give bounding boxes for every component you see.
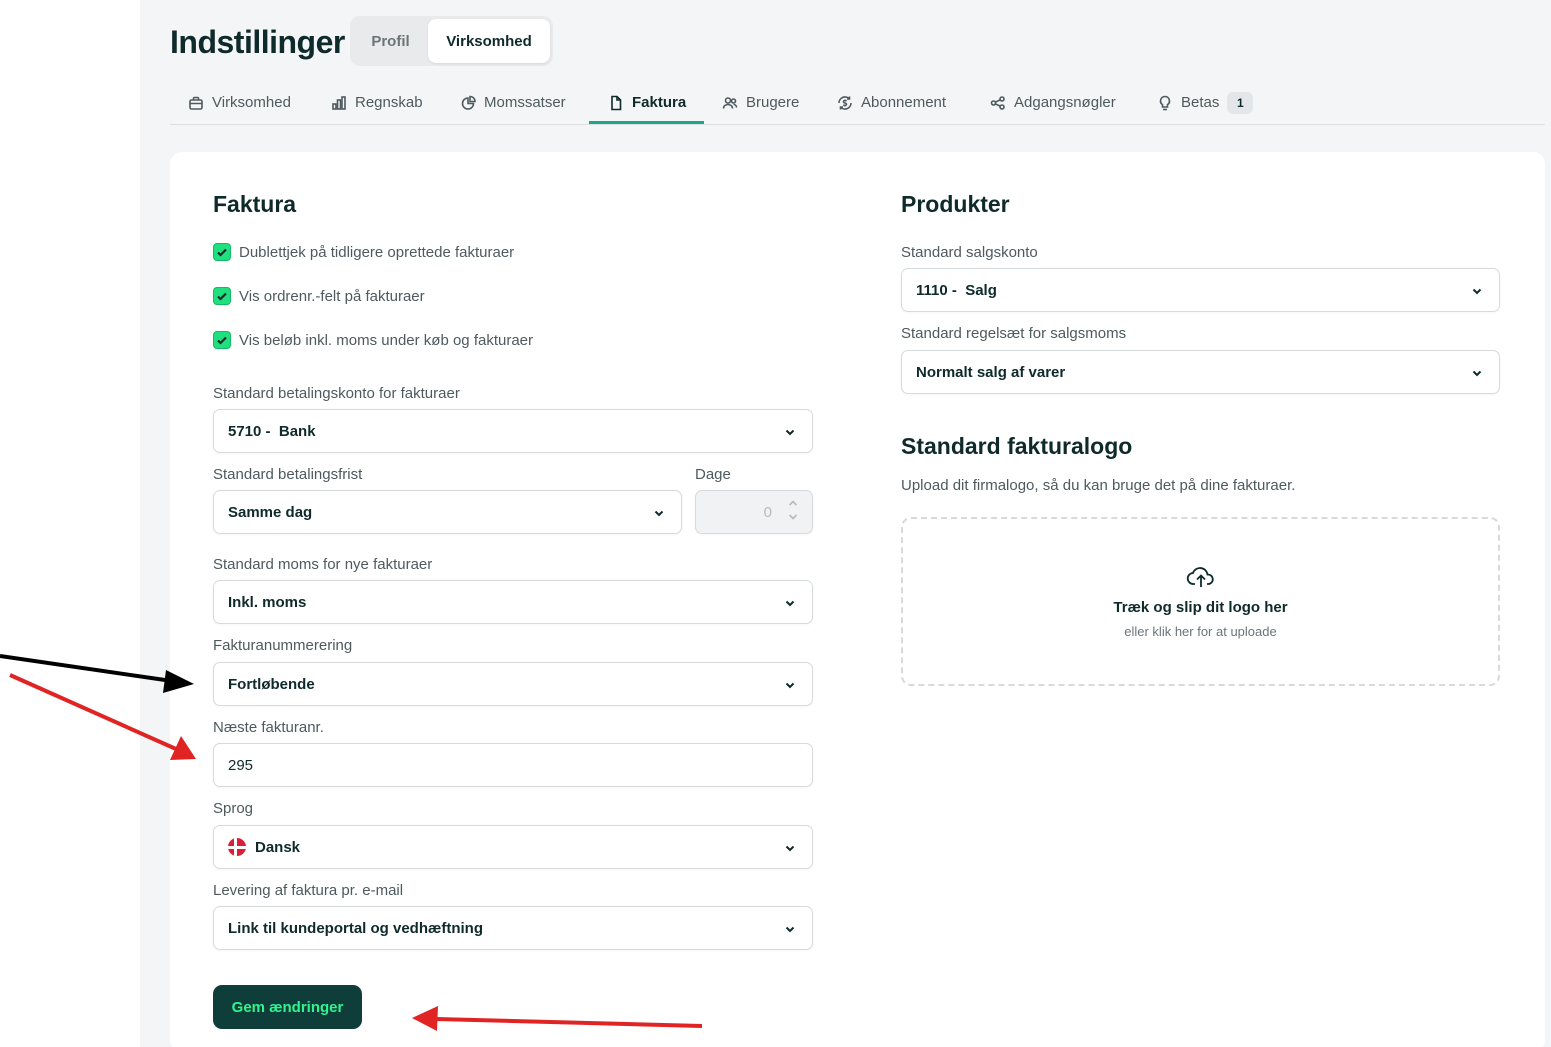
checkbox[interactable] xyxy=(213,331,231,349)
sales-account-select[interactable]: 1110 - Salg xyxy=(901,268,1500,312)
tab-label: Abonnement xyxy=(861,94,947,111)
sales-vat-rules-label: Standard regelsæt for salgsmoms xyxy=(901,325,1127,342)
chevron-down-icon xyxy=(788,514,798,520)
tab-faktura[interactable]: Faktura xyxy=(608,80,686,125)
tab-label: Adgangsnøgler xyxy=(1014,94,1116,111)
dropzone-subtitle: eller klik her for at uploade xyxy=(1124,623,1277,639)
select-value: Samme dag xyxy=(228,503,313,521)
chevron-down-icon xyxy=(784,596,796,608)
chevron-down-icon xyxy=(784,678,796,690)
tab-momssatser[interactable]: Momssatser xyxy=(460,80,566,125)
select-value: Dansk xyxy=(255,838,301,856)
tab-betas[interactable]: Betas 1 xyxy=(1157,80,1254,125)
briefcase-icon xyxy=(189,96,203,110)
days-label: Dage xyxy=(695,466,731,483)
delivery-label: Levering af faktura pr. e-mail xyxy=(213,882,404,899)
chevron-down-icon xyxy=(784,922,796,934)
days-value: 0 xyxy=(763,503,772,521)
numbering-label: Fakturanummerering xyxy=(213,637,353,654)
tab-label: Momssatser xyxy=(484,94,566,111)
chevron-up-icon xyxy=(788,500,798,506)
chevron-down-icon xyxy=(1471,366,1483,378)
tab-label: Betas xyxy=(1181,94,1220,111)
next-number-input[interactable]: 295 xyxy=(213,743,813,787)
payment-account-select[interactable]: 5710 - Bank xyxy=(213,409,813,453)
settings-tabs: Virksomhed Regnskab Momssatser Faktura B… xyxy=(170,80,1545,125)
vat-select[interactable]: Inkl. moms xyxy=(213,580,813,624)
checkbox-amount-incl-vat[interactable]: Vis beløb inkl. moms under køb og faktur… xyxy=(213,331,533,349)
settings-segment-control: Profil Virksomhed xyxy=(350,16,553,66)
payment-term-label: Standard betalingsfrist xyxy=(213,466,363,483)
input-value: 295 xyxy=(228,756,254,774)
select-value: Link til kundeportal og vedhæftning xyxy=(228,919,483,937)
delivery-select[interactable]: Link til kundeportal og vedhæftning xyxy=(213,906,813,950)
language-select[interactable]: Dansk xyxy=(213,825,813,869)
next-number-label: Næste fakturanr. xyxy=(213,719,324,736)
checkbox[interactable] xyxy=(213,287,231,305)
chevron-down-icon xyxy=(1471,284,1483,296)
logo-description: Upload dit firmalogo, så du kan bruge de… xyxy=(901,477,1296,494)
tab-label: Virksomhed xyxy=(212,94,291,111)
checkmark-icon xyxy=(217,292,227,301)
pie-chart-icon xyxy=(461,95,476,110)
select-value: 1110 - Salg xyxy=(916,281,997,299)
lightbulb-icon xyxy=(1159,95,1171,110)
sales-vat-rules-select[interactable]: Normalt salg af varer xyxy=(901,350,1500,394)
segment-virksomhed[interactable]: Virksomhed xyxy=(428,19,550,63)
chevron-down-icon xyxy=(784,841,796,853)
checkmark-icon xyxy=(217,248,227,257)
numbering-select[interactable]: Fortløbende xyxy=(213,662,813,706)
document-icon xyxy=(611,95,622,110)
checkbox-label: Vis beløb inkl. moms under køb og faktur… xyxy=(239,331,534,349)
checkbox[interactable] xyxy=(213,243,231,261)
tab-adgangsnoegler[interactable]: Adgangsnøgler xyxy=(990,80,1116,125)
tab-virksomhed[interactable]: Virksomhed xyxy=(188,80,291,125)
payment-term-select[interactable]: Samme dag xyxy=(213,490,682,534)
denmark-flag-icon xyxy=(228,838,246,856)
cloud-upload-icon xyxy=(1186,566,1214,587)
logo-heading: Standard fakturalogo xyxy=(901,433,1133,459)
sales-account-label: Standard salgskonto xyxy=(901,244,1038,261)
number-stepper[interactable] xyxy=(788,499,798,521)
tab-label: Faktura xyxy=(632,94,687,111)
language-label: Sprog xyxy=(213,800,254,817)
vat-label: Standard moms for nye fakturaer xyxy=(213,556,433,573)
users-icon xyxy=(722,96,738,109)
bar-chart-icon xyxy=(332,95,346,110)
payment-account-label: Standard betalingskonto for fakturaer xyxy=(213,385,460,402)
chevron-down-icon xyxy=(784,425,796,437)
checkbox-label: Dublettjek på tidligere oprettede faktur… xyxy=(239,243,515,261)
save-changes-button[interactable]: Gem ændringer xyxy=(213,985,362,1029)
active-tab-indicator xyxy=(589,121,704,124)
checkbox-duplicate-check[interactable]: Dublettjek på tidligere oprettede faktur… xyxy=(213,243,514,261)
checkbox-order-number[interactable]: Vis ordrenr.-felt på fakturaer xyxy=(213,287,425,305)
checkbox-label: Vis ordrenr.-felt på fakturaer xyxy=(239,287,425,305)
select-value: Fortløbende xyxy=(228,675,315,693)
tab-regnskab[interactable]: Regnskab xyxy=(331,80,423,125)
betas-count-badge: 1 xyxy=(1227,91,1254,114)
dollar-cycle-icon xyxy=(838,95,852,110)
share-nodes-icon xyxy=(990,95,1005,110)
days-input[interactable]: 0 xyxy=(695,490,813,534)
dropzone-title: Træk og slip dit logo her xyxy=(1113,598,1288,616)
chevron-down-icon xyxy=(653,506,665,518)
select-value: Normalt salg af varer xyxy=(916,363,1066,381)
tab-label: Brugere xyxy=(746,94,800,111)
select-value: 5710 - Bank xyxy=(228,422,316,440)
faktura-heading: Faktura xyxy=(213,191,297,217)
page-title: Indstillinger xyxy=(170,24,345,60)
select-value: Inkl. moms xyxy=(228,593,307,611)
logo-dropzone[interactable]: Træk og slip dit logo her eller klik her… xyxy=(901,517,1500,686)
tab-brugere[interactable]: Brugere xyxy=(722,80,799,125)
tab-label: Regnskab xyxy=(355,94,423,111)
segment-profil[interactable]: Profil xyxy=(353,19,428,63)
checkmark-icon xyxy=(217,336,227,345)
tab-abonnement[interactable]: Abonnement xyxy=(837,80,946,125)
produkter-heading: Produkter xyxy=(901,191,1010,217)
